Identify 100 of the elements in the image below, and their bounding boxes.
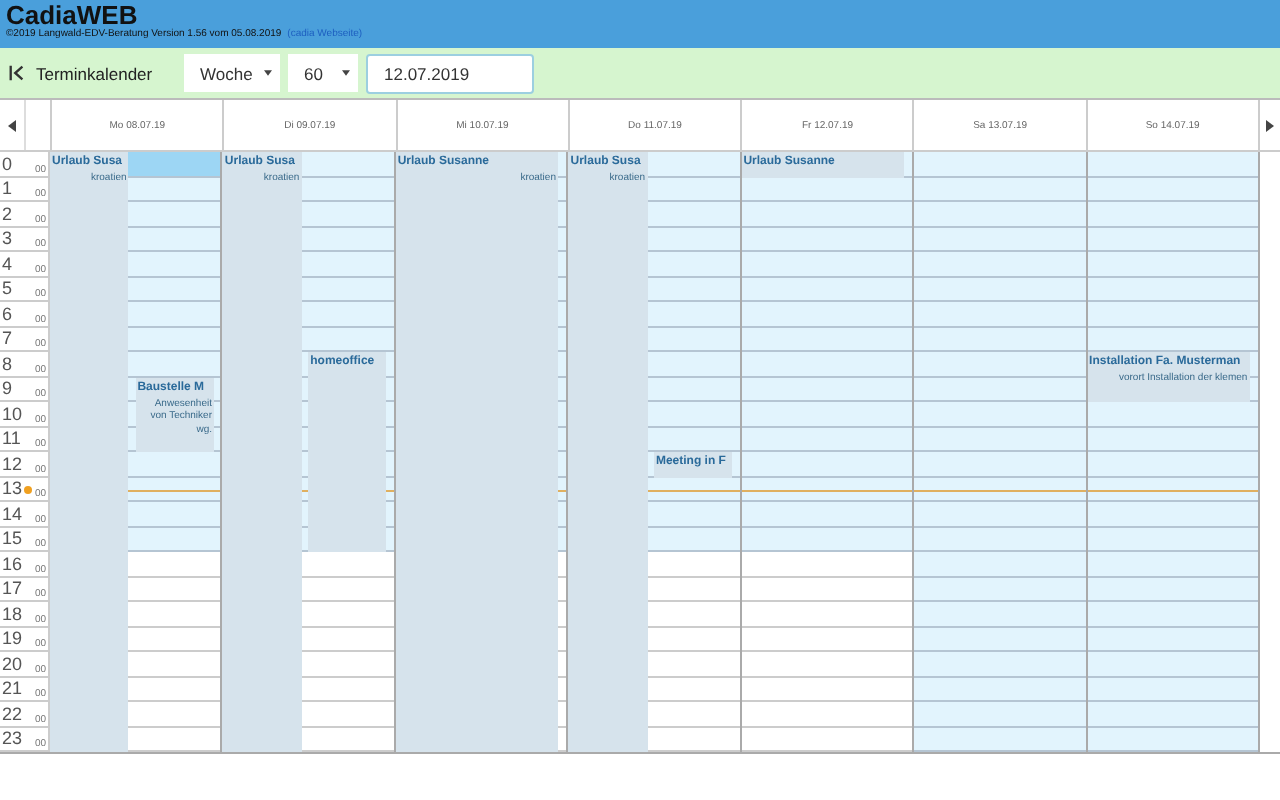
- time-slot[interactable]: [741, 302, 913, 328]
- time-slot[interactable]: [647, 352, 740, 378]
- time-slot[interactable]: [128, 152, 221, 178]
- time-slot[interactable]: [647, 278, 740, 302]
- time-slot[interactable]: [301, 302, 394, 328]
- time-slot[interactable]: [914, 678, 1086, 702]
- time-slot[interactable]: [128, 228, 221, 252]
- time-slot[interactable]: [914, 152, 1086, 178]
- view-select[interactable]: Woche: [184, 54, 280, 92]
- time-slot[interactable]: [741, 378, 913, 402]
- time-slot[interactable]: [647, 402, 740, 428]
- time-slot[interactable]: [301, 578, 394, 602]
- time-slot[interactable]: [1087, 452, 1258, 478]
- time-slot[interactable]: [741, 402, 913, 428]
- time-slot[interactable]: [1087, 552, 1258, 578]
- time-slot[interactable]: [647, 328, 740, 352]
- time-slot[interactable]: [914, 478, 1086, 502]
- time-slot[interactable]: [301, 202, 394, 228]
- time-slot[interactable]: [128, 478, 221, 502]
- time-slot[interactable]: [128, 528, 221, 552]
- time-slot[interactable]: [557, 378, 567, 402]
- time-slot[interactable]: [301, 328, 394, 352]
- time-slot[interactable]: [914, 328, 1086, 352]
- time-slot[interactable]: [914, 702, 1086, 728]
- time-slot[interactable]: [557, 178, 567, 202]
- time-slot[interactable]: [741, 528, 913, 552]
- time-slot[interactable]: [301, 252, 394, 278]
- time-slot[interactable]: [1087, 328, 1258, 352]
- time-slot[interactable]: [741, 178, 913, 202]
- time-slot[interactable]: [301, 552, 394, 578]
- time-slot[interactable]: [128, 178, 221, 202]
- time-slot[interactable]: [386, 502, 394, 528]
- time-slot[interactable]: [914, 528, 1086, 552]
- time-slot[interactable]: [557, 278, 567, 302]
- time-slot[interactable]: [386, 452, 394, 478]
- time-slot[interactable]: [914, 378, 1086, 402]
- time-slot[interactable]: [386, 402, 394, 428]
- time-slot[interactable]: [647, 702, 740, 728]
- time-slot[interactable]: [301, 278, 394, 302]
- time-slot[interactable]: [1087, 202, 1258, 228]
- next-week-icon[interactable]: [1265, 119, 1274, 131]
- time-slot[interactable]: [301, 702, 394, 728]
- time-slot[interactable]: [1087, 678, 1258, 702]
- time-slot[interactable]: [557, 352, 567, 378]
- time-slot[interactable]: [914, 278, 1086, 302]
- time-slot[interactable]: [301, 728, 394, 752]
- time-slot[interactable]: [647, 152, 740, 178]
- time-slot[interactable]: [557, 228, 567, 252]
- time-slot[interactable]: [1087, 502, 1258, 528]
- time-slot[interactable]: [1249, 378, 1258, 402]
- time-slot[interactable]: [647, 528, 740, 552]
- time-slot[interactable]: [1087, 152, 1258, 178]
- time-slot[interactable]: [386, 528, 394, 552]
- time-slot[interactable]: [1087, 628, 1258, 652]
- time-slot[interactable]: [647, 728, 740, 752]
- time-slot[interactable]: [914, 228, 1086, 252]
- time-slot[interactable]: [647, 202, 740, 228]
- time-slot[interactable]: [1087, 178, 1258, 202]
- time-slot[interactable]: [386, 378, 394, 402]
- time-slot[interactable]: [1087, 652, 1258, 678]
- previous-week-icon[interactable]: [8, 119, 16, 131]
- time-slot[interactable]: [1087, 228, 1258, 252]
- time-slot[interactable]: [741, 428, 913, 452]
- time-slot[interactable]: [1087, 302, 1258, 328]
- time-slot[interactable]: [914, 302, 1086, 328]
- time-slot[interactable]: [128, 452, 221, 478]
- time-slot[interactable]: [301, 228, 394, 252]
- time-slot[interactable]: [1087, 402, 1258, 428]
- time-slot[interactable]: [128, 502, 221, 528]
- time-slot[interactable]: [1087, 602, 1258, 628]
- time-slot[interactable]: [741, 478, 913, 502]
- time-slot[interactable]: [741, 252, 913, 278]
- time-slot[interactable]: [557, 428, 567, 452]
- time-slot[interactable]: [301, 652, 394, 678]
- time-slot[interactable]: [741, 352, 913, 378]
- time-slot[interactable]: [914, 452, 1086, 478]
- time-slot[interactable]: [557, 452, 567, 478]
- time-slot[interactable]: [647, 652, 740, 678]
- time-slot[interactable]: [741, 278, 913, 302]
- time-slot[interactable]: [647, 502, 740, 528]
- time-slot[interactable]: [647, 228, 740, 252]
- time-slot[interactable]: [647, 252, 740, 278]
- time-slot[interactable]: [647, 428, 740, 452]
- time-slot[interactable]: [1087, 528, 1258, 552]
- time-slot[interactable]: [914, 202, 1086, 228]
- time-slot[interactable]: [557, 252, 567, 278]
- time-slot[interactable]: [914, 602, 1086, 628]
- time-slot[interactable]: [1087, 278, 1258, 302]
- time-slot[interactable]: [914, 652, 1086, 678]
- time-slot[interactable]: [128, 328, 221, 352]
- time-slot[interactable]: [647, 602, 740, 628]
- time-slot[interactable]: [557, 202, 567, 228]
- time-slot[interactable]: [128, 202, 221, 228]
- time-slot[interactable]: [914, 552, 1086, 578]
- time-slot[interactable]: [557, 528, 567, 552]
- time-slot[interactable]: [647, 178, 740, 202]
- time-slot[interactable]: [914, 428, 1086, 452]
- interval-select[interactable]: 60: [288, 54, 358, 92]
- time-slot[interactable]: [1087, 702, 1258, 728]
- time-slot[interactable]: [301, 178, 394, 202]
